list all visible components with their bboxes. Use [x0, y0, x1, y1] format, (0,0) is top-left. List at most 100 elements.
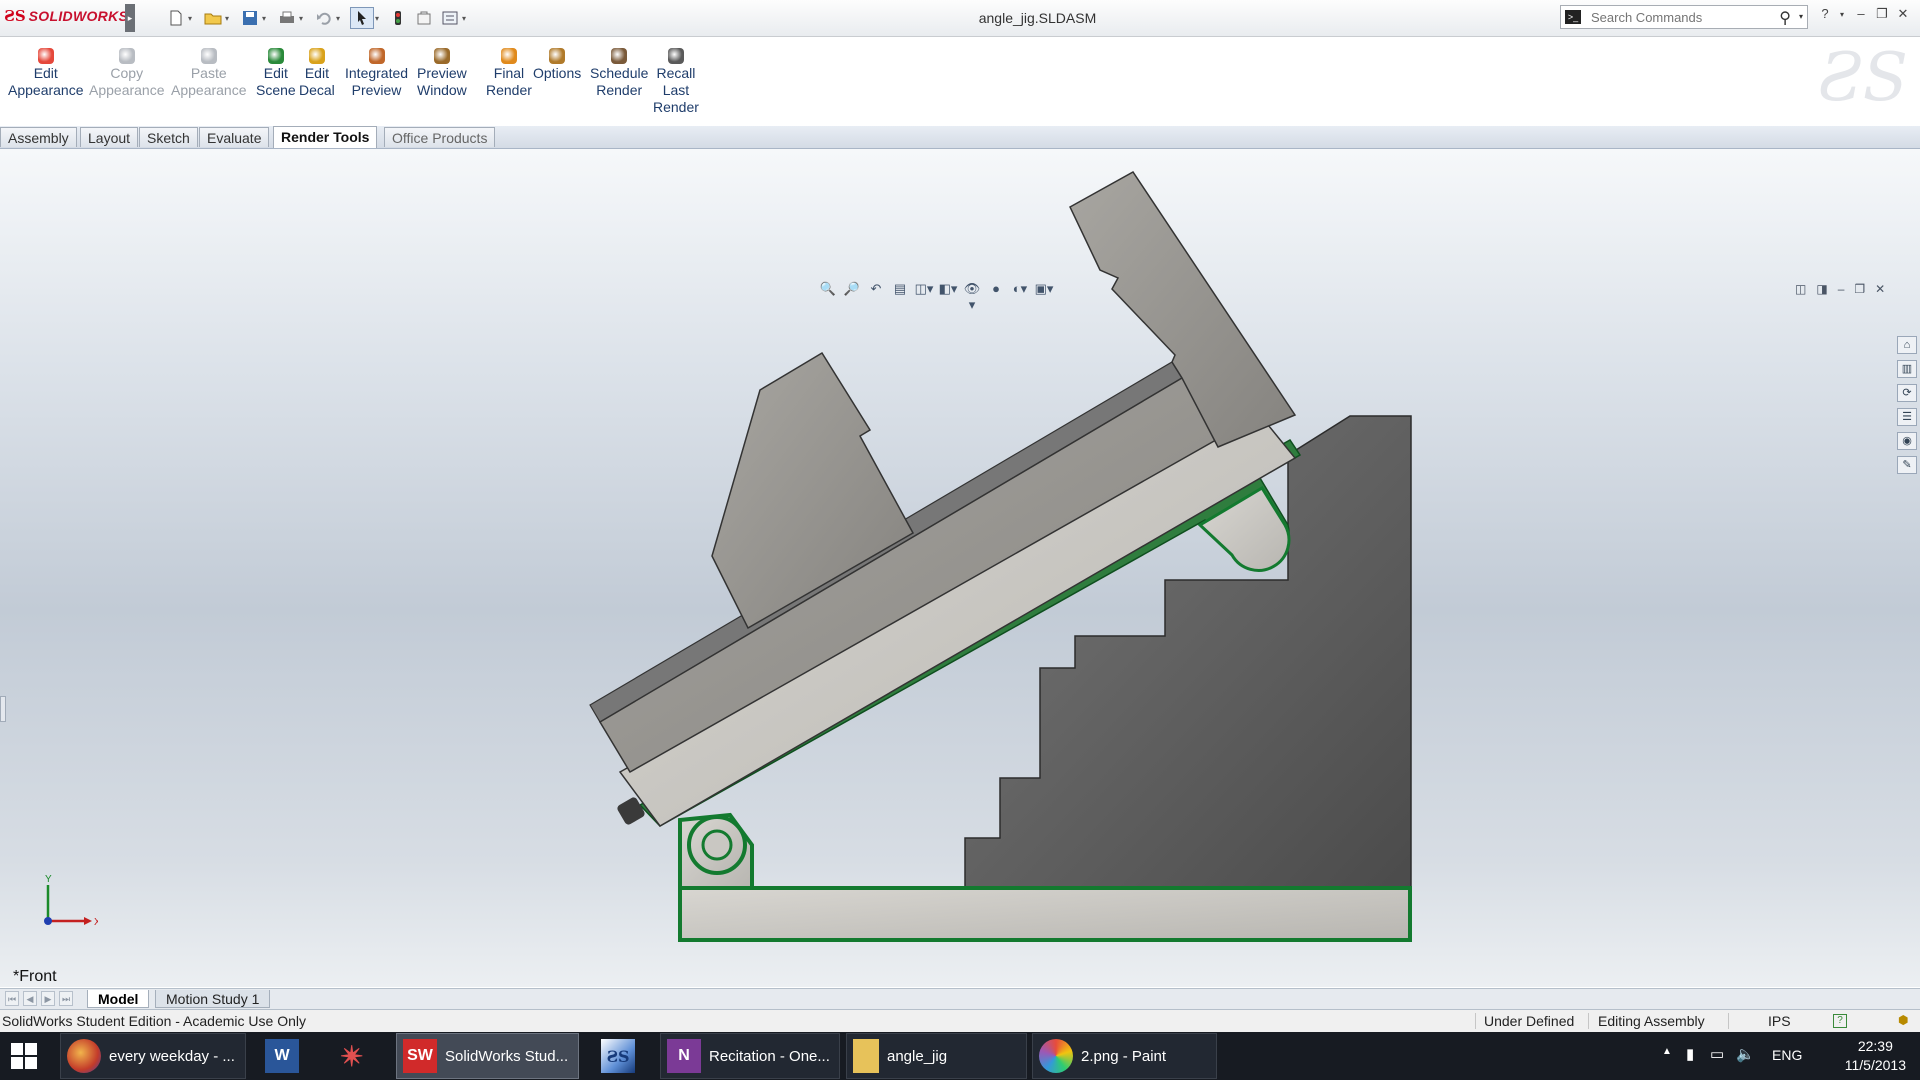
- status-mode: Editing Assembly: [1598, 1013, 1705, 1029]
- preview-window-button[interactable]: Preview Window: [417, 48, 467, 99]
- hinge-pin-inner: [701, 829, 733, 861]
- display-style-icon[interactable]: ◧▾: [938, 281, 958, 297]
- edit-appearance-icon[interactable]: ●: [986, 281, 1006, 297]
- final-render-button[interactable]: Final Render: [486, 48, 532, 99]
- chevron-down-icon[interactable]: ▾: [1799, 12, 1803, 21]
- prev-tab-arrow-icon[interactable]: ◀: [23, 991, 37, 1006]
- taskbar-item-app[interactable]: ✴: [322, 1033, 382, 1079]
- feature-manager-collapse-handle[interactable]: [0, 696, 6, 722]
- paste-appearance-button[interactable]: Paste Appearance: [171, 48, 247, 99]
- file-explorer-icon[interactable]: ⟳: [1897, 384, 1917, 402]
- triad-y-label: Y: [45, 874, 52, 885]
- status-bar: SolidWorks Student Edition - Academic Us…: [0, 1010, 1920, 1032]
- solidworks-resources-icon[interactable]: ⌂: [1897, 336, 1917, 354]
- command-label: Appearance: [89, 82, 165, 98]
- previous-view-icon[interactable]: ↶: [866, 281, 886, 297]
- zoom-to-area-icon[interactable]: 🔎: [842, 281, 862, 297]
- taskbar-item-ds-app[interactable]: ƧS: [588, 1033, 648, 1079]
- command-label: Final: [493, 65, 525, 81]
- edit-decal-button[interactable]: Edit Decal: [299, 48, 335, 99]
- taskbar-item-folder[interactable]: angle_jig: [846, 1033, 1027, 1079]
- network-icon[interactable]: ▭: [1710, 1045, 1724, 1063]
- edit-appearance-button[interactable]: Edit Appearance: [8, 48, 84, 99]
- reference-triad: Y X: [44, 874, 98, 928]
- restore-icon[interactable]: ❐: [1872, 6, 1892, 22]
- tab-render-tools[interactable]: Render Tools: [273, 126, 378, 148]
- taskbar-item-onenote[interactable]: N Recitation - One...: [660, 1033, 840, 1079]
- taskbar-item-label: Recitation - One...: [709, 1047, 830, 1065]
- scene-icon: [267, 48, 284, 64]
- taskbar-item-label: SolidWorks Stud...: [445, 1047, 569, 1065]
- minimize-icon[interactable]: –: [1851, 6, 1871, 21]
- copy-appearance-button[interactable]: Copy Appearance: [89, 48, 165, 99]
- command-prompt-icon: >_: [1565, 10, 1581, 24]
- volume-muted-icon[interactable]: 🔈: [1736, 1045, 1755, 1063]
- taskbar-item-paint[interactable]: 2.png - Paint: [1032, 1033, 1217, 1079]
- recall-last-render-button[interactable]: Recall Last Render: [653, 48, 699, 116]
- command-manager-tabs: Assembly Layout Sketch Evaluate Render T…: [0, 126, 1920, 149]
- integrated-preview-button[interactable]: Integrated Preview: [345, 48, 408, 99]
- app-star-icon: ✴: [340, 1040, 364, 1072]
- view-palette-icon[interactable]: ☰: [1897, 408, 1917, 426]
- command-label: Edit: [304, 65, 329, 81]
- tab-sketch[interactable]: Sketch: [139, 127, 198, 147]
- viewport-window-controls: ◫ ◨ – ❐ ✕: [1795, 282, 1885, 296]
- last-tab-arrow-icon[interactable]: ⏭: [59, 991, 73, 1006]
- show-hidden-icons-icon[interactable]: ▲: [1662, 1046, 1672, 1057]
- viewport-restore-icon[interactable]: ❐: [1854, 282, 1865, 296]
- chevron-down-icon[interactable]: ▾: [1832, 10, 1852, 19]
- zoom-to-fit-icon[interactable]: 🔍: [818, 281, 838, 297]
- viewport-close-icon[interactable]: ✕: [1875, 282, 1885, 296]
- tab-model[interactable]: Model: [87, 990, 150, 1008]
- hide-show-items-icon[interactable]: 👁▾: [962, 281, 982, 312]
- rebuild-status-icon[interactable]: ⬢: [1898, 1013, 1908, 1027]
- command-label: Decal: [299, 82, 335, 98]
- power-icon[interactable]: ▮: [1686, 1045, 1694, 1063]
- ds-watermark-icon: ƧS: [1817, 39, 1908, 116]
- status-units[interactable]: IPS: [1768, 1013, 1791, 1029]
- taskbar-item-word[interactable]: W: [252, 1033, 312, 1079]
- taskbar-item-solidworks[interactable]: SW SolidWorks Stud...: [396, 1033, 579, 1079]
- view-settings-icon[interactable]: ▣▾: [1034, 281, 1054, 297]
- first-tab-arrow-icon[interactable]: ⏮: [5, 991, 19, 1006]
- command-label: Integrated: [345, 65, 409, 81]
- close-icon[interactable]: ✕: [1893, 6, 1913, 22]
- clock[interactable]: 22:39 11/5/2013: [1845, 1037, 1906, 1075]
- graphics-area[interactable]: 🔍 🔎 ↶ ▤ ◫▾ ◧▾ 👁▾ ● ◐▾ ▣▾ ◫ ◨ – ❐ ✕ ⌂ ▥ ⟳…: [0, 149, 1920, 987]
- angle-jig-model[interactable]: [0, 149, 1920, 987]
- tab-evaluate[interactable]: Evaluate: [199, 127, 270, 147]
- options-icon: [549, 48, 566, 64]
- command-label: Preview: [417, 65, 467, 81]
- viewport-split-vertical-icon[interactable]: ◨: [1816, 282, 1827, 296]
- tab-office-products[interactable]: Office Products: [384, 127, 496, 147]
- status-help-icon[interactable]: ?: [1833, 1014, 1847, 1028]
- windows-start-icon[interactable]: [11, 1043, 37, 1069]
- tab-layout[interactable]: Layout: [80, 127, 139, 147]
- taskbar-item-firefox[interactable]: every weekday - ...: [60, 1033, 246, 1079]
- section-view-icon[interactable]: ▤: [890, 281, 910, 297]
- schedule-render-button[interactable]: Schedule Render: [590, 48, 648, 99]
- command-label: Render: [653, 99, 699, 115]
- custom-properties-icon[interactable]: ✎: [1897, 456, 1917, 474]
- input-language[interactable]: ENG: [1772, 1047, 1802, 1063]
- heads-up-view-toolbar: 🔍 🔎 ↶ ▤ ◫▾ ◧▾ 👁▾ ● ◐▾ ▣▾: [818, 281, 1054, 312]
- next-tab-arrow-icon[interactable]: ▶: [41, 991, 55, 1006]
- viewport-minimize-icon[interactable]: –: [1838, 282, 1845, 296]
- viewport-split-horizontal-icon[interactable]: ◫: [1795, 282, 1806, 296]
- search-icon[interactable]: ⚲: [1779, 8, 1791, 28]
- edit-scene-button[interactable]: Edit Scene: [256, 48, 296, 99]
- paste-appearance-icon: [200, 48, 217, 64]
- tab-assembly[interactable]: Assembly: [0, 127, 77, 147]
- command-label: Appearance: [8, 82, 84, 98]
- options-button[interactable]: Options: [533, 48, 581, 82]
- command-label: Last: [662, 82, 690, 98]
- design-library-icon[interactable]: ▥: [1897, 360, 1917, 378]
- appearances-scenes-icon[interactable]: ◉: [1897, 432, 1917, 450]
- search-commands-box[interactable]: >_ ⚲ ▾: [1560, 5, 1808, 29]
- apply-scene-icon[interactable]: ◐▾: [1010, 281, 1030, 297]
- search-input[interactable]: [1589, 9, 1773, 26]
- view-orientation-icon[interactable]: ◫▾: [914, 281, 934, 297]
- tab-motion-study-1[interactable]: Motion Study 1: [155, 990, 271, 1008]
- command-label: Render: [486, 82, 532, 98]
- clock-time: 22:39: [1857, 1038, 1893, 1054]
